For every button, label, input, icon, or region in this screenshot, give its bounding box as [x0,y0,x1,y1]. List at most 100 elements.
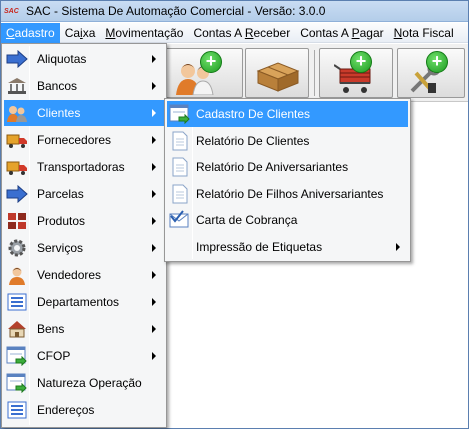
menu-label-part: ota Fiscal [402,25,454,40]
menu-item-label: Vendedores [37,268,102,282]
empty-icon-slot [169,237,191,257]
blue-arrow-icon [6,49,28,69]
document-icon [169,157,191,177]
menu-label-part: eceber [253,25,291,40]
menu-cadastro[interactable]: Cadastro [1,22,60,43]
submenu-arrow-icon [152,325,156,333]
menu-item-label: Carta de Cobrança [196,213,298,227]
app-window: SAC SAC - Sistema De Automação Comercial… [0,0,469,429]
submenu-arrow-icon [152,244,156,252]
menu-item-bens[interactable]: Bens [4,316,164,342]
menu-label-part: xa [82,25,96,40]
menu-item-bancos[interactable]: Bancos [4,73,164,99]
menu-label-part: agar [359,25,384,40]
menu-item-label: Impressão de Etiquetas [196,239,323,254]
app-logo-icon: SAC [4,7,19,15]
menu-item-label: Natureza Operação [37,376,142,390]
menu-item-cfop[interactable]: CFOP [4,343,164,369]
cadastro-menu: Aliquotas Bancos Clientes Fornecedores Trans… [1,43,167,428]
gear-icon [6,238,28,258]
menu-item-label: Departamentos [37,295,120,309]
menu-accelerator-key: M [105,25,116,40]
menu-label-part: ovimentação [115,25,184,40]
toolbar-clients-button[interactable]: + [163,48,243,98]
document-icon [169,184,191,204]
blue-arrow-icon [6,184,28,204]
house-icon [6,319,28,339]
submenu-arrow-icon [152,55,156,63]
menu-item-departamentos[interactable]: Departamentos [4,289,164,315]
menu-accelerator-key: N [393,25,403,40]
menu-item-transportadoras[interactable]: Transportadoras [4,154,164,180]
menu-label-part: adastro [14,25,55,40]
submenu-item-relatorio-de-filhos-aniversariantes[interactable]: Relatório De Filhos Aniversariantes [167,181,408,207]
menu-accelerator-key: C [6,25,15,40]
menu-item-label: Fornecedores [37,133,112,147]
submenu-item-relatorio-de-aniversariantes[interactable]: Relatório De Aniversariantes [167,154,408,180]
menu-item-natureza-operacao[interactable]: Natureza Operação [4,370,164,396]
menu-item-label: Serviços [37,241,84,255]
letter-check-icon [169,210,191,230]
menu-label-part: Contas A [300,25,352,40]
title-bar[interactable]: SAC SAC - Sistema De Automação Comercial… [1,1,468,22]
submenu-arrow-icon [152,352,156,360]
menu-item-label: Produtos [37,214,86,228]
submenu-arrow-icon [152,217,156,225]
menu-item-label: Aliquotas [37,52,87,66]
submenu-item-carta-de-cobranca[interactable]: Carta de Cobrança [167,207,408,233]
form-icon [169,104,191,124]
add-badge-icon: + [426,51,448,73]
bank-icon [6,76,28,96]
truck-icon [6,157,28,177]
menu-caixa[interactable]: Caixa [60,23,101,43]
submenu-arrow-icon [152,271,156,279]
submenu-arrow-icon [152,82,156,90]
toolbar: + + + [161,44,468,102]
menu-item-label: CFOP [37,349,71,363]
submenu-item-impressao-de-etiquetas[interactable]: Impressão de Etiquetas [167,234,408,260]
menu-item-vendedores[interactable]: Vendedores [4,262,164,288]
submenu-arrow-icon [152,109,156,117]
clients-icon [6,103,28,123]
submenu-item-relatorio-de-clientes[interactable]: Relatório De Clientes [167,128,408,154]
menu-item-label: Bancos [37,79,78,93]
submenu-arrow-icon [396,242,400,251]
menu-item-label: Cadastro De Clientes [196,107,311,121]
menu-item-enderecos[interactable]: Endereços [4,397,164,423]
menu-contas-a-receber[interactable]: Contas A Receber [188,23,295,43]
menu-item-produtos[interactable]: Produtos [4,208,164,234]
menu-item-servicos[interactable]: Serviços [4,235,164,261]
menu-item-fornecedores[interactable]: Fornecedores [4,127,164,153]
list-icon [6,400,28,420]
toolbar-services-button[interactable]: + [397,48,465,98]
menu-item-clientes[interactable]: Clientes [4,100,164,126]
menu-item-label: Endereços [37,403,95,417]
menu-label-part: Ca [64,25,81,40]
menu-accelerator-key: P [351,25,360,40]
menu-movimenta-o[interactable]: Movimentação [100,23,188,43]
menu-item-label: Clientes [37,106,81,120]
submenu-item-cadastro-de-clientes[interactable]: Cadastro De Clientes [167,101,408,127]
menu-item-parcelas[interactable]: Parcelas [4,181,164,207]
box-icon [254,57,302,96]
menu-label-part: Contas A [193,25,245,40]
menu-accelerator-key: R [244,25,254,40]
products-icon [6,211,28,231]
submenu-arrow-icon [152,163,156,171]
submenu-arrow-icon [152,136,156,144]
form-icon [6,373,28,393]
person-icon [6,265,28,285]
menu-item-label: Parcelas [37,187,84,201]
menu-bar: Cadastro Caixa Movimentação Contas A Recebe… [1,22,468,43]
menu-item-label: Relatório De Aniversariantes [196,160,349,174]
toolbar-separator [314,50,315,96]
menu-contas-a-pagar[interactable]: Contas A Pagar [295,23,388,43]
toolbar-products-button[interactable] [245,48,309,98]
submenu-arrow-icon [152,190,156,198]
clientes-submenu: Cadastro De Clientes Relatório De Cliente… [164,98,411,262]
toolbar-sales-button[interactable]: + [319,48,393,98]
menu-item-label: Relatório De Clientes [196,133,310,148]
menu-item-aliquotas[interactable]: Aliquotas [4,46,164,72]
menu-nota-fiscal[interactable]: Nota Fiscal [389,23,459,43]
document-icon [169,131,191,151]
